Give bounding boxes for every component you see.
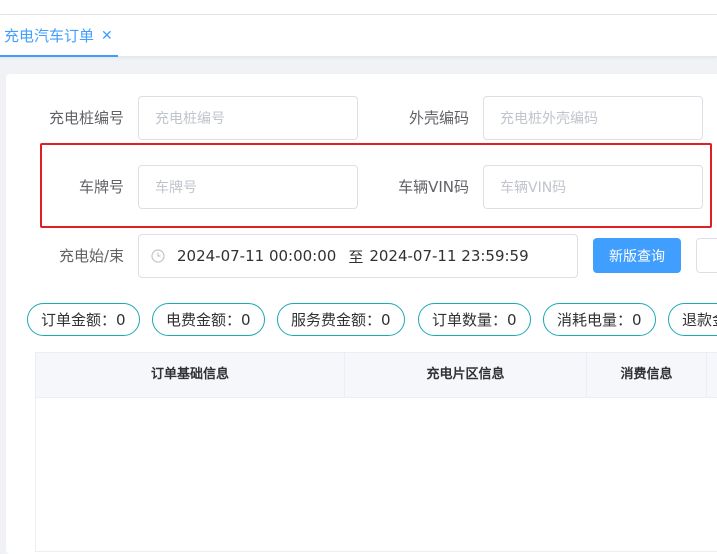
plate-input[interactable]: 车牌号 bbox=[138, 165, 358, 209]
tab-bar: 充电汽车订单 ✕ bbox=[0, 15, 717, 57]
tab-active-indicator bbox=[0, 55, 118, 57]
date-range-label: 充电始/束 bbox=[58, 247, 124, 265]
date-range-picker[interactable]: 2024-07-11 00:00:00 至 2024-07-11 23:59:5… bbox=[138, 234, 578, 278]
tab-charging-orders[interactable]: 充电汽车订单 ✕ bbox=[0, 15, 118, 57]
pile-code-label: 充电桩编号 bbox=[48, 109, 124, 127]
query-button[interactable]: 新版查询 bbox=[593, 238, 681, 273]
tab-label: 充电汽车订单 bbox=[4, 27, 95, 45]
stat-order-amount: 订单金额：0 bbox=[27, 303, 140, 336]
vin-input[interactable]: 车辆VIN码 bbox=[483, 165, 703, 209]
stat-electricity-amount: 电费金额：0 bbox=[152, 303, 265, 336]
secondary-button[interactable] bbox=[696, 238, 717, 273]
clock-icon bbox=[151, 249, 165, 263]
shell-code-input[interactable]: 充电桩外壳编码 bbox=[483, 96, 703, 140]
stat-refund-amount: 退款金 bbox=[668, 303, 717, 336]
plate-label: 车牌号 bbox=[78, 178, 124, 196]
column-header: 消费信息 bbox=[587, 353, 707, 397]
top-bar bbox=[0, 0, 717, 15]
close-icon[interactable]: ✕ bbox=[101, 28, 113, 44]
date-separator: 至 bbox=[348, 247, 364, 266]
stat-energy-consumed: 消耗电量：0 bbox=[543, 303, 656, 336]
column-header: 订单基础信息 bbox=[36, 353, 345, 397]
pile-code-input[interactable]: 充电桩编号 bbox=[138, 96, 358, 140]
vin-label: 车辆VIN码 bbox=[398, 178, 469, 196]
shell-code-label: 外壳编码 bbox=[408, 109, 469, 127]
date-end[interactable]: 2024-07-11 23:59:59 bbox=[369, 247, 528, 265]
table-header: 订单基础信息 充电片区信息 消费信息 bbox=[36, 353, 717, 398]
stat-service-amount: 服务费金额：0 bbox=[277, 303, 405, 336]
orders-table: 订单基础信息 充电片区信息 消费信息 bbox=[35, 352, 717, 552]
date-start[interactable]: 2024-07-11 00:00:00 bbox=[177, 247, 336, 265]
column-header: 充电片区信息 bbox=[345, 353, 587, 397]
stat-order-count: 订单数量：0 bbox=[418, 303, 531, 336]
